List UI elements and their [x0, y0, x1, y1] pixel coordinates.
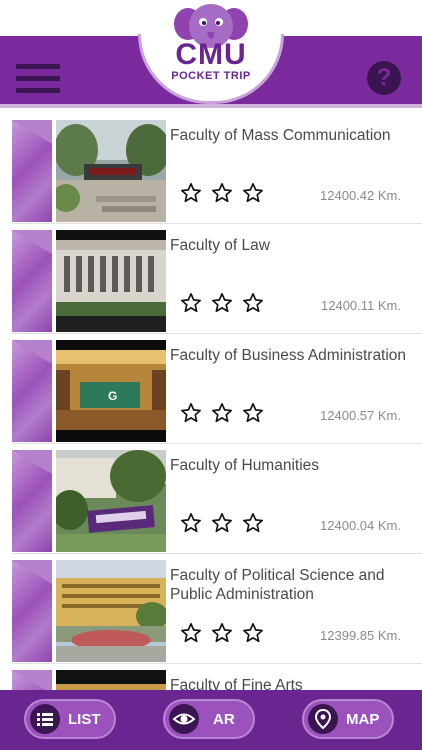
row-distance: 12400.42 Km. [320, 188, 401, 203]
row-thumbnail: G [56, 340, 166, 442]
row-thumbnail [56, 450, 166, 552]
row-title: Faculty of Law [170, 237, 270, 254]
ar-tab-button[interactable]: AR [163, 699, 255, 739]
help-icon: ? [376, 64, 392, 91]
row-title: Faculty of Business Administration [170, 347, 407, 364]
logo-title: CMU [175, 38, 247, 71]
star-icon[interactable] [242, 622, 264, 644]
row-accent [12, 560, 52, 662]
star-icon[interactable] [242, 402, 264, 424]
row-thumbnail [56, 230, 166, 332]
ar-tab-label: AR [213, 711, 235, 728]
star-icon[interactable] [211, 292, 233, 314]
list-item[interactable]: Faculty of Humanities 12400.04 Km. [12, 446, 422, 554]
app-logo: CMU POCKET TRIP [138, 0, 284, 104]
rating-stars[interactable] [180, 182, 264, 206]
star-icon[interactable] [180, 402, 202, 424]
row-thumbnail [56, 120, 166, 222]
list-item[interactable]: Faculty of Political Science and Public … [12, 556, 422, 664]
star-icon[interactable] [211, 622, 233, 644]
rating-stars[interactable] [180, 292, 264, 316]
rating-stars[interactable] [180, 622, 264, 646]
star-icon[interactable] [180, 182, 202, 204]
row-accent [12, 340, 52, 442]
map-tab-button[interactable]: MAP [302, 699, 394, 739]
list-item[interactable]: Faculty of Fine Arts [12, 666, 422, 690]
row-distance: 12400.11 Km. [321, 298, 401, 313]
faculty-list[interactable]: Faculty of Mass Communication 12400.42 K… [0, 112, 422, 690]
help-button[interactable]: ? [367, 61, 401, 95]
row-accent [12, 120, 52, 222]
menu-button[interactable] [16, 62, 60, 94]
star-icon[interactable] [211, 402, 233, 424]
list-icon [30, 704, 60, 734]
list-tab-button[interactable]: LIST [24, 699, 116, 739]
map-pin-icon [308, 704, 338, 734]
star-icon[interactable] [242, 512, 264, 534]
star-icon[interactable] [211, 512, 233, 534]
row-title: Faculty of Mass Communication [170, 127, 391, 144]
star-icon[interactable] [180, 512, 202, 534]
star-icon[interactable] [242, 292, 264, 314]
star-icon[interactable] [211, 182, 233, 204]
row-title: Faculty of Fine Arts [170, 677, 303, 690]
row-title: Faculty of Political Science and Public … [170, 567, 385, 603]
logo-subtitle: POCKET TRIP [171, 70, 251, 82]
list-tab-label: LIST [68, 711, 101, 728]
row-distance: 12400.04 Km. [320, 518, 401, 533]
eye-icon [169, 704, 199, 734]
list-item[interactable]: G Faculty of Business Administration 124… [12, 336, 422, 444]
row-title: Faculty of Humanities [170, 457, 320, 474]
app-header: CMU POCKET TRIP ? [0, 0, 422, 112]
rating-stars[interactable] [180, 402, 264, 426]
bottom-nav: LIST AR MAP [0, 690, 422, 750]
row-distance: 12399.85 Km. [320, 628, 401, 643]
star-icon[interactable] [242, 182, 264, 204]
svg-text:G: G [108, 389, 117, 403]
row-accent [12, 230, 52, 332]
map-tab-label: MAP [346, 711, 380, 728]
list-item[interactable]: Faculty of Law 12400.11 Km. [12, 226, 422, 334]
star-icon[interactable] [180, 292, 202, 314]
star-icon[interactable] [180, 622, 202, 644]
row-accent [12, 670, 52, 690]
list-item[interactable]: Faculty of Mass Communication 12400.42 K… [12, 116, 422, 224]
row-thumbnail [56, 670, 166, 690]
hamburger-icon [16, 64, 60, 69]
rating-stars[interactable] [180, 512, 264, 536]
row-accent [12, 450, 52, 552]
row-distance: 12400.57 Km. [320, 408, 401, 423]
row-thumbnail [56, 560, 166, 662]
